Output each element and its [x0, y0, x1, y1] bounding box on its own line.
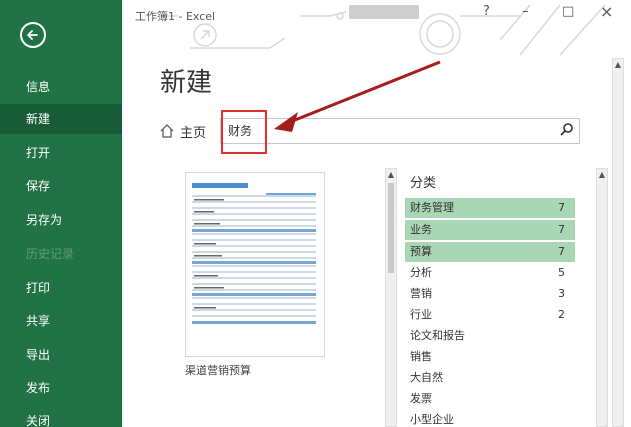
home-link[interactable]: 主页	[180, 122, 206, 141]
nav-item-close[interactable]: 关闭	[0, 406, 122, 427]
maximize-button[interactable]: □	[562, 4, 574, 19]
category-name: 小型企业	[410, 413, 454, 426]
nav-item-print[interactable]: 打印	[0, 273, 122, 303]
nav-item-history: 历史记录	[26, 247, 75, 261]
category-scrollbar[interactable]: ▲	[596, 168, 608, 427]
nav-item-publish[interactable]: 发布	[0, 373, 122, 403]
category-item[interactable]: 小型企业	[405, 410, 575, 427]
category-name: 营销	[410, 287, 432, 300]
minimize-button[interactable]: –	[522, 4, 529, 19]
templates-scrollbar[interactable]: ▲	[385, 168, 397, 427]
category-name: 销售	[410, 350, 432, 363]
category-item[interactable]: 行业 2	[405, 305, 575, 325]
category-item[interactable]: 分析 5	[405, 263, 575, 283]
category-count: 5	[558, 266, 565, 279]
category-name: 论文和报告	[410, 329, 465, 342]
nav-item-save-as[interactable]: 另存为	[0, 205, 122, 235]
category-name: 大自然	[410, 371, 443, 384]
category-count: 2	[558, 308, 565, 321]
category-count: 7	[558, 223, 565, 236]
backstage-sidebar: 信息 新建 打开 保存 另存为 历史记录 打印 共享 导出 发布 关闭	[0, 0, 122, 427]
scroll-thumb[interactable]	[388, 183, 394, 273]
category-name: 行业	[410, 308, 432, 321]
nav-item-export[interactable]: 导出	[0, 340, 122, 370]
category-item[interactable]: 预算 7	[405, 242, 575, 262]
nav-item-open[interactable]: 打开	[0, 138, 122, 168]
category-name: 预算	[410, 245, 432, 258]
category-item[interactable]: 发票	[405, 389, 575, 409]
account-name-redacted	[349, 5, 419, 19]
category-item[interactable]: 业务 7	[405, 220, 575, 240]
spreadsheet-preview-image	[192, 183, 316, 324]
close-button[interactable]: ×	[600, 2, 613, 21]
category-item[interactable]: 财务管理 7	[405, 198, 575, 218]
category-title: 分类	[410, 176, 437, 191]
category-count: 3	[558, 287, 565, 300]
page-title: 新建	[160, 68, 213, 98]
annotation-highlight-box	[221, 110, 267, 154]
category-name: 财务管理	[410, 201, 454, 214]
scroll-up-icon[interactable]: ▲	[386, 169, 396, 181]
scroll-up-icon[interactable]: ▲	[597, 169, 607, 181]
window-title: 工作簿1 - Excel	[135, 10, 216, 23]
category-count: 7	[558, 201, 565, 214]
page-scrollbar[interactable]: ▲	[612, 58, 624, 427]
category-item[interactable]: 营销 3	[405, 284, 575, 304]
nav-item-save[interactable]: 保存	[0, 171, 122, 201]
category-name: 发票	[410, 392, 432, 405]
category-count: 7	[558, 245, 565, 258]
category-name: 分析	[410, 266, 432, 279]
help-button[interactable]: ?	[483, 4, 490, 19]
category-item[interactable]: 销售	[405, 347, 575, 367]
search-icon[interactable]	[560, 122, 574, 136]
nav-item-info[interactable]: 信息	[0, 72, 122, 102]
nav-item-share[interactable]: 共享	[0, 306, 122, 336]
title-decoration	[158, 4, 606, 56]
template-name[interactable]: 渠道营销预算	[185, 362, 251, 378]
home-icon[interactable]	[160, 124, 174, 138]
category-name: 业务	[410, 223, 432, 236]
category-item[interactable]: 大自然	[405, 368, 575, 388]
template-thumbnail[interactable]	[185, 172, 325, 357]
category-item[interactable]: 论文和报告	[405, 326, 575, 346]
nav-item-new[interactable]: 新建	[0, 104, 122, 134]
template-search-input[interactable]	[220, 118, 580, 144]
scroll-up-icon[interactable]: ▲	[613, 59, 623, 71]
